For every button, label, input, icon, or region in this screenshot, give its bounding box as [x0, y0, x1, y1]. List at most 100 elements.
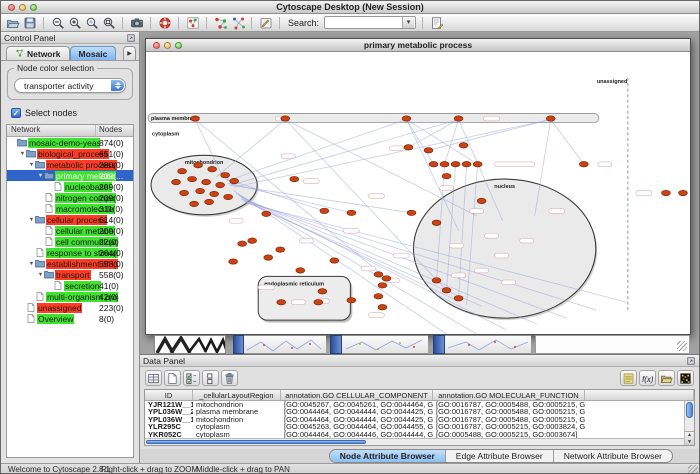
tree-item-establishment-of-lo[interactable]: ▼establishment of lo558(0)	[7, 258, 133, 269]
tab-network-attribute-browser[interactable]: Network Attribute Browser	[554, 450, 672, 462]
tree-item-overview[interactable]: Overview8(0)	[7, 313, 133, 324]
table-cell[interactable]: mitochondrion	[193, 416, 281, 423]
scrollbar-arrows-icon[interactable]: ▲▼	[685, 431, 694, 445]
tab-network[interactable]: Network	[6, 46, 70, 60]
unselect-attributes-icon[interactable]	[202, 370, 219, 386]
table-cell[interactable]: YJR121W__1	[145, 401, 193, 408]
tab-mosaic[interactable]: Mosaic	[70, 46, 117, 60]
checkbox-check-icon[interactable]: ✓	[11, 108, 21, 118]
table-cell[interactable]: YLR295C	[145, 423, 193, 430]
tree-item-cell-communicat[interactable]: cell communicat22(0)	[7, 236, 133, 247]
create-attribute-icon[interactable]	[164, 370, 181, 386]
zoom-fit-icon[interactable]	[101, 15, 116, 30]
table-cell[interactable]: YPL036W__2	[145, 408, 193, 415]
attribute-table[interactable]: ID_cellularLayoutRegionannotation.GO CEL…	[144, 389, 695, 446]
tree-item-nucleobase-[interactable]: nucleobase-209(0)	[7, 181, 133, 192]
table-cell[interactable]: [GO:0044464, GO:0044446, GO:0044444, G..…	[281, 431, 433, 438]
table-cell[interactable]: [GO:0045263, GO:0044464, GO:0044455, G..…	[281, 423, 433, 430]
tree-item-secretion[interactable]: secretion41(0)	[7, 280, 133, 291]
table-row[interactable]: YLR295Ccytoplasm[GO:0045263, GO:0044464,…	[145, 423, 694, 430]
delete-attribute-icon[interactable]	[221, 370, 238, 386]
zoom-selected-icon[interactable]	[84, 15, 99, 30]
table-column-header[interactable]: annotation.GO CELLULAR_COMPONENT	[281, 390, 433, 400]
tab-node-attribute-browser[interactable]: Node Attribute Browser	[330, 450, 446, 462]
tree-item-cellular-metabo[interactable]: cellular metabo209(0)	[7, 225, 133, 236]
formula-builder-icon[interactable]: f(x)	[639, 370, 656, 386]
table-row[interactable]: YPL036W__1mitochondrion[GO:0044464, GO:0…	[145, 416, 694, 423]
network-canvas[interactable]: plasma membranecytoplasmmitochondrionnuc…	[146, 52, 690, 334]
table-row[interactable]: YJR121W__1mitochondrion[GO:0045267, GO:0…	[145, 401, 694, 408]
tree-item-nitrogen-compo[interactable]: nitrogen compo209(0)	[7, 192, 133, 203]
tree-item-transport[interactable]: ▼transport558(0)	[7, 269, 133, 280]
tree-item-mosaic-demo-yeast[interactable]: mosaic-demo-yeast874(0)	[7, 137, 133, 148]
tree-item-macromolecule[interactable]: macromolecule311(0)	[7, 203, 133, 214]
table-column-header[interactable]: annotation.GO MOLECULAR_FUNCTION	[433, 390, 585, 400]
table-cell[interactable]: [GO:0045267, GO:0045261, GO:0044464, G..…	[281, 401, 433, 408]
column-layout-icon[interactable]	[145, 370, 162, 386]
edge-filter-icon[interactable]	[230, 15, 245, 30]
search-input[interactable]: ▾	[324, 16, 416, 29]
table-cell[interactable]: [GO:0016787, GO:0005488, GO:0005215, G..…	[433, 401, 585, 408]
resize-grip-icon[interactable]	[677, 341, 687, 351]
search-dropdown-arrow-icon[interactable]: ▾	[402, 17, 414, 28]
annotation-tool-icon[interactable]	[258, 15, 273, 30]
tab-edge-attribute-browser[interactable]: Edge Attribute Browser	[446, 450, 554, 462]
tree-expander-icon[interactable]: ▼	[28, 261, 35, 267]
table-cell[interactable]: plasma membrane	[193, 408, 281, 415]
tree-item-metabolic-process[interactable]: ▼metabolic process280(0)	[7, 159, 133, 170]
table-row[interactable]: YKR052Ccytoplasm[GO:0044464, GO:0044446,…	[145, 431, 694, 438]
float-panel-icon[interactable]	[686, 356, 696, 366]
table-cell[interactable]: mitochondrion	[193, 401, 281, 408]
table-cell[interactable]: [GO:0044464, GO:0044444, GO:0044425, G..…	[281, 408, 433, 415]
tree-item-multi-organism-pro[interactable]: multi-organism pro42(0)	[7, 291, 133, 302]
help-lifesaver-icon[interactable]	[157, 15, 172, 30]
app-titlebar[interactable]: Cytoscape Desktop (New Session)	[1, 1, 699, 14]
scrollbar-thumb[interactable]	[686, 402, 693, 418]
tab-overflow-arrow[interactable]: ▶	[123, 46, 136, 60]
tree-item-primary-metabo[interactable]: ▼primary metabo209(...	[7, 170, 133, 181]
float-panel-icon[interactable]	[126, 33, 136, 43]
tree-expander-icon[interactable]: ▼	[19, 151, 26, 157]
horizontal-scrollbar[interactable]	[145, 438, 684, 445]
table-cell[interactable]: YPL036W__1	[145, 416, 193, 423]
zoom-in-icon[interactable]	[67, 15, 82, 30]
tree-expander-icon[interactable]: ▼	[37, 272, 44, 278]
import-attributes-icon[interactable]	[658, 370, 675, 386]
save-session-icon[interactable]	[22, 15, 37, 30]
select-nodes-checkbox[interactable]: ✓ Select nodes	[11, 108, 129, 118]
table-cell[interactable]: cytoplasm	[193, 431, 281, 438]
tree-expander-icon[interactable]: ▼	[28, 217, 35, 223]
table-cell[interactable]: YKR052C	[145, 431, 193, 438]
tree-item-unassigned[interactable]: unassigned223(0)	[7, 302, 133, 313]
snapshot-camera-icon[interactable]	[129, 15, 144, 30]
scrollbar-thumb[interactable]	[146, 440, 366, 444]
combo-stepper-icon[interactable]	[111, 80, 124, 91]
table-cell[interactable]: cytoplasm	[193, 423, 281, 430]
tree-item-response-to-stimulu[interactable]: response to stimulu264(0)	[7, 247, 133, 258]
network-window[interactable]: primary metabolic process plasma membran…	[145, 38, 691, 335]
table-cell[interactable]: [GO:0016787, GO:0005488, GO:0005215, G..…	[433, 408, 585, 415]
tree-expander-icon[interactable]: ▼	[28, 162, 35, 168]
network-window-titlebar[interactable]: primary metabolic process	[146, 39, 690, 52]
attribute-editor-icon[interactable]	[429, 15, 444, 30]
table-cell[interactable]: [GO:0016787, GO:0005215, GO:0003824, G..…	[433, 423, 585, 430]
tree-expander-icon[interactable]: ▼	[37, 173, 44, 179]
tree-item-biological-process[interactable]: ▼biological_process651(0)	[7, 148, 133, 159]
table-column-header[interactable]: ID	[145, 390, 193, 400]
table-cell[interactable]: [GO:0005488, GO:0005215, GO:0003674]	[433, 431, 585, 438]
vertical-scrollbar[interactable]: ▲▼	[684, 401, 694, 445]
zoom-out-icon[interactable]	[50, 15, 65, 30]
node-color-select[interactable]: transporter activity	[14, 78, 126, 93]
table-row[interactable]: YPL036W__2plasma membrane[GO:0044464, GO…	[145, 408, 694, 415]
open-session-icon[interactable]	[5, 15, 20, 30]
select-attributes-icon[interactable]	[183, 370, 200, 386]
vizmapper-icon[interactable]	[213, 15, 228, 30]
table-cell[interactable]: [GO:0016787, GO:0005488, GO:0005215, G..…	[433, 416, 585, 423]
tree-item-cellular-process[interactable]: ▼cellular process614(0)	[7, 214, 133, 225]
table-column-header[interactable]: _cellularLayoutRegion	[193, 390, 281, 400]
attribute-notes-icon[interactable]	[620, 370, 637, 386]
resize-grip-icon[interactable]	[688, 465, 698, 474]
table-cell[interactable]: [GO:0044464, GO:0044444, GO:0044425, G..…	[281, 416, 433, 423]
attribute-matrix-icon[interactable]	[677, 370, 694, 386]
network-manager-icon[interactable]	[185, 15, 200, 30]
